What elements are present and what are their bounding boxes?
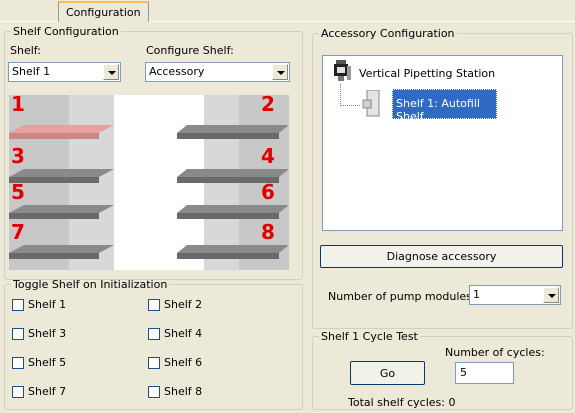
- shelf-tray-3[interactable]: [9, 169, 114, 177]
- shelf-number-label: 5: [11, 180, 25, 204]
- number-of-cycles-input[interactable]: 5: [455, 362, 514, 384]
- shelf-toggle-checkbox[interactable]: [148, 357, 160, 369]
- shelf-number-label: 7: [11, 220, 25, 244]
- accessory-configuration-legend: Accessory Configuration: [321, 27, 455, 40]
- shelf-label: Shelf:: [10, 44, 41, 57]
- shelf-tray-8[interactable]: [177, 245, 289, 253]
- shelf-toggle-checkbox[interactable]: [12, 328, 24, 340]
- tab-configuration[interactable]: Configuration: [58, 1, 149, 22]
- shelf-tray-7[interactable]: [9, 245, 114, 253]
- shelf-tray-edge: [177, 213, 279, 219]
- total-shelf-cycles: Total shelf cycles: 0: [348, 396, 456, 409]
- shelf-toggle-label[interactable]: Shelf 6: [164, 356, 202, 369]
- chevron-down-icon[interactable]: [103, 64, 119, 80]
- shelf-tray-edge: [177, 253, 279, 259]
- shelf-tray-6[interactable]: [177, 205, 289, 213]
- shelf-toggle-label[interactable]: Shelf 8: [164, 385, 202, 398]
- pump-modules-select[interactable]: 1: [469, 285, 561, 305]
- configure-shelf-label: Configure Shelf:: [146, 44, 234, 57]
- tree-root-label[interactable]: Vertical Pipetting Station: [359, 67, 495, 80]
- shelf-toggle-label[interactable]: Shelf 4: [164, 327, 202, 340]
- shelf-configuration-legend: Shelf Configuration: [13, 25, 119, 38]
- cycle-test-legend: Shelf 1 Cycle Test: [321, 330, 418, 343]
- shelf-select[interactable]: Shelf 1: [8, 62, 121, 82]
- pump-modules-label: Number of pump modules:: [328, 290, 476, 303]
- shelf-toggle-label[interactable]: Shelf 3: [28, 327, 66, 340]
- shelf-diagram[interactable]: 1 2 3 4 5 6 7 8: [9, 95, 289, 270]
- shelf-tray-edge: [9, 133, 99, 139]
- tree-node-selected[interactable]: Shelf 1: Autofill Shelf: [392, 89, 497, 123]
- shelf-tray-5[interactable]: [9, 205, 114, 213]
- shelf-number-label: 3: [11, 144, 25, 168]
- shelf-toggle-label[interactable]: Shelf 2: [164, 298, 202, 311]
- shelf-toggle-checkbox[interactable]: [12, 386, 24, 398]
- shelf-number-label: 2: [261, 95, 275, 116]
- configure-shelf-select-value: Accessory: [149, 65, 205, 78]
- shelf-toggle-checkbox[interactable]: [148, 299, 160, 311]
- chevron-down-icon[interactable]: [543, 287, 559, 303]
- shelf-number-label: 8: [261, 220, 275, 244]
- shelf-number-label: 6: [261, 180, 275, 204]
- toggle-shelf-legend: Toggle Shelf on Initialization: [13, 278, 168, 291]
- shelf-toggle-checkbox[interactable]: [12, 357, 24, 369]
- shelf-tray-2[interactable]: [177, 125, 289, 133]
- autofill-shelf-icon: [362, 90, 380, 117]
- number-of-cycles-label: Number of cycles:: [445, 346, 545, 359]
- shelf-number-label: 1: [11, 95, 25, 116]
- tree-line: [340, 105, 360, 106]
- shelf-tray-edge: [9, 253, 99, 259]
- chevron-down-icon[interactable]: [272, 64, 288, 80]
- shelf-tray-edge: [9, 213, 99, 219]
- shelf-tray-1[interactable]: [9, 125, 114, 133]
- configure-shelf-select[interactable]: Accessory: [145, 62, 290, 82]
- shelf-toggle-checkbox[interactable]: [12, 299, 24, 311]
- shelf-diagram-svg: 1 2 3 4 5 6 7 8: [9, 95, 289, 270]
- go-button[interactable]: Go: [350, 361, 425, 385]
- shelf-toggle-label[interactable]: Shelf 1: [28, 298, 66, 311]
- pipetting-station-icon: [334, 60, 351, 81]
- shelf-toggle-label[interactable]: Shelf 5: [28, 356, 66, 369]
- shelf-toggle-checkbox[interactable]: [148, 328, 160, 340]
- shelf-tray-4[interactable]: [177, 169, 289, 177]
- accessory-tree[interactable]: Vertical Pipetting Station: [322, 55, 563, 231]
- shelf-toggle-checkbox[interactable]: [148, 386, 160, 398]
- pump-modules-value: 1: [473, 288, 480, 301]
- shelf-select-value: Shelf 1: [12, 65, 51, 78]
- shelf-tray-edge: [177, 133, 279, 139]
- tree-line: [340, 84, 341, 106]
- shelf-toggle-label[interactable]: Shelf 7: [28, 385, 66, 398]
- diagnose-accessory-button[interactable]: Diagnose accessory: [320, 245, 563, 268]
- shelf-number-label: 4: [261, 144, 275, 168]
